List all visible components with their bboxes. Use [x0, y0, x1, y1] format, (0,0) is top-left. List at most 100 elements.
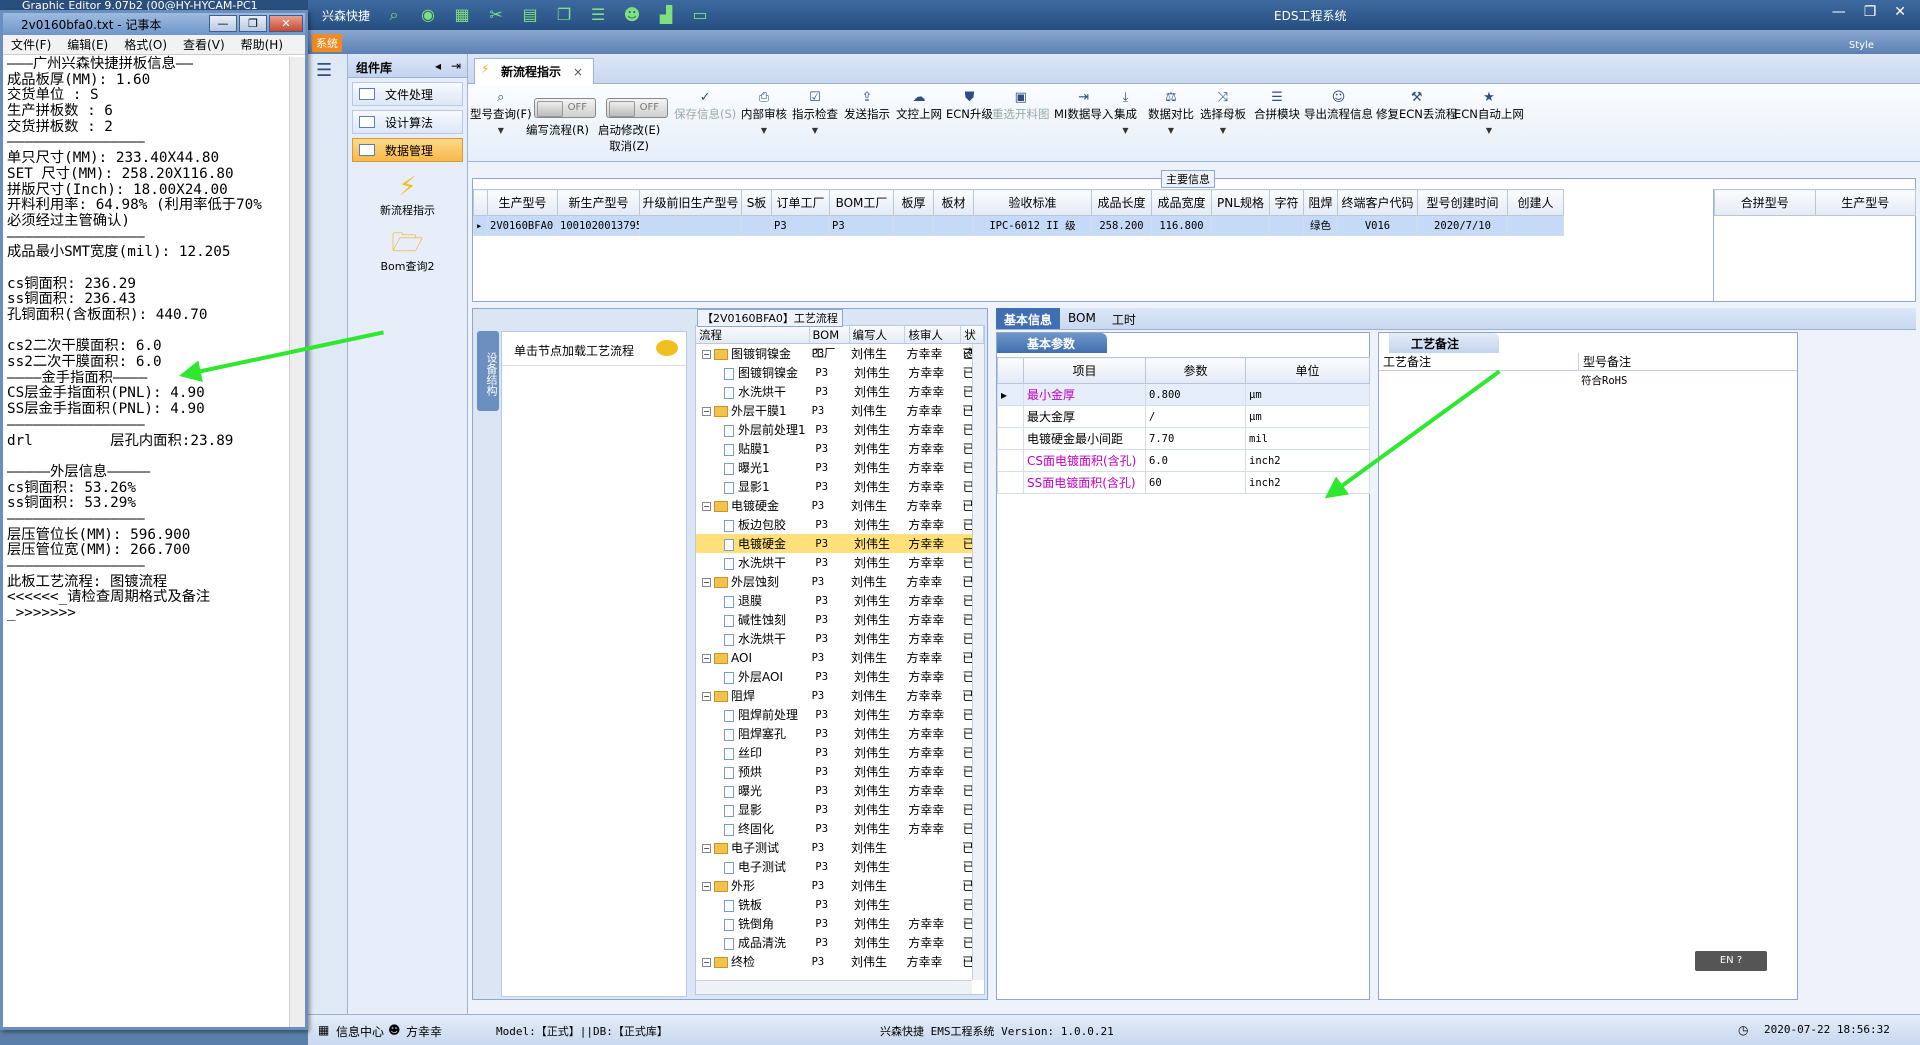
col-header[interactable]: 验收标准 — [973, 189, 1092, 216]
toolbar-button-1[interactable]: ✓ 保存信息(S) — [674, 90, 736, 122]
tree-row[interactable]: 预烘P3刘伟生方幸幸已审 — [696, 762, 984, 781]
cell[interactable]: 2V0160BFA0 — [487, 215, 558, 236]
toolbar-button-3[interactable]: ☑ 指示检查 ▼ — [792, 90, 838, 135]
dropdown-arrow-icon[interactable]: ▼ — [1454, 126, 1524, 135]
param-grid[interactable]: 项目 参数 单位 ▸ 最小金厚 0.800 μm 最大金厚 / μm 电镀硬金最小间距 7.70 mil… — [997, 357, 1370, 494]
cell[interactable]: 10010200137952 — [557, 215, 640, 236]
cell[interactable]: 绿色 — [1303, 215, 1338, 236]
tree-row[interactable]: 丝印P3刘伟生方幸幸已审 — [696, 743, 984, 762]
search-icon[interactable]: ⌕ — [384, 6, 404, 24]
cell[interactable] — [1269, 215, 1304, 236]
toolbar-button-11[interactable]: ⤨ 选择母板 ▼ — [1200, 90, 1246, 135]
dropdown-arrow-icon[interactable]: ▼ — [741, 126, 787, 135]
model-remark-value[interactable]: 符合RoHS — [1581, 373, 1627, 388]
dropdown-arrow-icon[interactable]: ▼ — [792, 126, 838, 135]
tree-row[interactable]: −外层蚀刻P3刘伟生方幸幸已审 — [696, 572, 984, 591]
cell[interactable] — [741, 215, 772, 236]
collapse-icon[interactable]: − — [702, 958, 711, 967]
file-processing-button[interactable]: 文件处理 — [352, 82, 463, 106]
tree-row[interactable]: −外形P3刘伟生已编 — [696, 876, 984, 895]
col-header[interactable]: 成品长度 — [1091, 189, 1152, 216]
toolbar-button-7[interactable]: ▣ 重选开料图 — [992, 90, 1050, 122]
cell[interactable]: V016 — [1337, 215, 1418, 236]
tree-row[interactable]: 终固化P3刘伟生方幸幸已审 — [696, 819, 984, 838]
param-col-header[interactable]: 项目 — [1023, 357, 1146, 384]
tab-work-hours[interactable]: 工时 — [1104, 308, 1144, 329]
collapse-icon[interactable]: − — [702, 844, 711, 853]
notepad-window[interactable]: 2v0160bfa0.txt - 记事本 — ❐ ✕ 文件(F) 编辑(E) 格… — [0, 10, 308, 1030]
toolbar-button-4[interactable]: ⇪ 发送指示 — [844, 90, 890, 122]
toggle-switch-0[interactable]: OFF — [534, 98, 596, 118]
cell[interactable]: P3 — [829, 215, 894, 236]
pin-icon[interactable]: ⇥ — [451, 59, 461, 73]
tab-basic-info[interactable]: 基本信息 — [996, 308, 1061, 329]
tree-row[interactable]: 水洗烘干P3刘伟生方幸幸已审 — [696, 629, 984, 648]
tree-row[interactable]: 水洗烘干P3刘伟生方幸幸已审 — [696, 553, 984, 572]
style-menu[interactable]: Style — [1849, 40, 1874, 51]
col-header[interactable]: 成品宽度 — [1151, 189, 1212, 216]
main-info-grid[interactable]: 生产型号 新生产型号 升级前旧生产型号 S板 订单工厂 BOM工厂 板厚 板材 验收标准 成品长度… — [473, 189, 1564, 236]
toolbar-button-15[interactable]: ★ ECN自动上网 ▼ — [1454, 90, 1524, 135]
tree-row[interactable]: 外层AOIP3刘伟生方幸幸已审 — [696, 667, 984, 686]
dropdown-arrow-icon[interactable]: ▼ — [1148, 126, 1194, 135]
param-row[interactable]: CS面电镀面积(含孔) 6.0 inch2 — [997, 449, 1370, 472]
maximize-button[interactable]: ❐ — [239, 15, 267, 32]
collapse-icon[interactable]: − — [702, 407, 711, 416]
side-tab-equipment-structure[interactable]: 设备结构 — [477, 331, 499, 411]
tree-row[interactable]: −外层干膜1P3刘伟生方幸幸已审 — [696, 401, 984, 420]
cell[interactable] — [893, 215, 934, 236]
film-icon[interactable]: ▤ — [520, 6, 540, 24]
toolbar-button-5[interactable]: ☁ 文控上网 — [896, 90, 942, 122]
toolbar-button-6[interactable]: ⛊ ECN升级 — [946, 90, 993, 122]
tree-row[interactable]: 铣板P3刘伟生已编 — [696, 895, 984, 914]
tree-row[interactable]: 贴膜1P3刘伟生方幸幸已审 — [696, 439, 984, 458]
menu-icon[interactable]: ☰ — [316, 60, 339, 81]
globe-icon[interactable]: ◉ — [418, 6, 438, 24]
param-col-header[interactable]: 参数 — [1145, 357, 1246, 384]
menu-format[interactable]: 格式(O) — [116, 36, 175, 53]
cell[interactable]: 116.800 — [1151, 215, 1212, 236]
ribbon-tag[interactable]: 系统 — [312, 34, 342, 52]
grid-icon[interactable]: ▦ — [452, 6, 472, 24]
cell[interactable] — [1211, 215, 1270, 236]
tree-row[interactable]: 水洗烘干P3刘伟生方幸幸已审 — [696, 382, 984, 401]
cell[interactable] — [639, 215, 742, 236]
data-management-button[interactable]: 数据管理 — [352, 138, 463, 162]
collapse-icon[interactable]: − — [702, 350, 711, 359]
tree-row[interactable]: 电子测试P3刘伟生已编 — [696, 857, 984, 876]
col-header[interactable]: 阻焊 — [1303, 189, 1338, 216]
copy-icon[interactable]: ❐ — [554, 6, 574, 24]
tree-row[interactable]: 铣倒角P3刘伟生方幸幸已审 — [696, 914, 984, 933]
col-header[interactable]: 生产型号 — [487, 189, 558, 216]
cell[interactable]: 258.200 — [1091, 215, 1152, 236]
collapse-icon[interactable]: − — [702, 578, 711, 587]
tree-row[interactable]: 曝光1P3刘伟生方幸幸已审 — [696, 458, 984, 477]
user-icon[interactable]: ☻ — [622, 6, 642, 24]
collapse-icon[interactable]: − — [702, 882, 711, 891]
tree-row[interactable]: 板边包胶P3刘伟生方幸幸已审 — [696, 515, 984, 534]
list-icon[interactable]: ☰ — [588, 6, 608, 24]
tree-row[interactable]: −阻焊P3刘伟生方幸幸已审 — [696, 686, 984, 705]
tree-row[interactable]: 电镀硬金P3刘伟生方幸幸已审 — [696, 534, 984, 553]
bom-query-item[interactable]: 🗁 Bom查询2 — [348, 228, 467, 274]
menu-edit[interactable]: 编辑(E) — [59, 36, 116, 53]
col-header[interactable]: BOM工厂 — [829, 189, 894, 216]
notepad-scrollbar[interactable] — [289, 57, 305, 1027]
ime-indicator[interactable]: EN ? — [1695, 951, 1767, 971]
col-header[interactable]: 订单工厂 — [771, 189, 830, 216]
tree-row[interactable]: 阻焊塞孔P3刘伟生方幸幸已审 — [696, 724, 984, 743]
toolbar-button-8[interactable]: ⇥ MI数据导入 — [1054, 90, 1113, 122]
info-center-icon[interactable]: ▦ — [318, 1023, 329, 1037]
col-header[interactable]: 终端客户代码 — [1337, 189, 1418, 216]
col-header[interactable]: 字符 — [1269, 189, 1304, 216]
chart-icon[interactable]: ▟ — [656, 6, 676, 24]
merge-model-grid[interactable]: 合拼型号 生产型号 — [1714, 189, 1916, 216]
minimize-button[interactable]: — — [209, 15, 237, 32]
collapse-icon[interactable]: − — [702, 653, 711, 663]
table-row[interactable]: ▸2V0160BFA010010200137952 P3P3 IPC-6012 II… — [473, 215, 1564, 236]
cell[interactable] — [1507, 215, 1564, 236]
process-flow-tree[interactable]: 流程 BOM工厂 编写人 核审人 状态 −图镀铜镍金P3刘伟生方幸幸已审图镀铜镍… — [695, 325, 985, 995]
new-flow-instruction-item[interactable]: ⚡ 新流程指示 — [348, 172, 467, 218]
toolbar-button-2[interactable]: ⎙ 内部审核 ▼ — [741, 90, 787, 135]
toolbar-button-13[interactable]: ☺ 导出流程信息 — [1304, 90, 1373, 122]
